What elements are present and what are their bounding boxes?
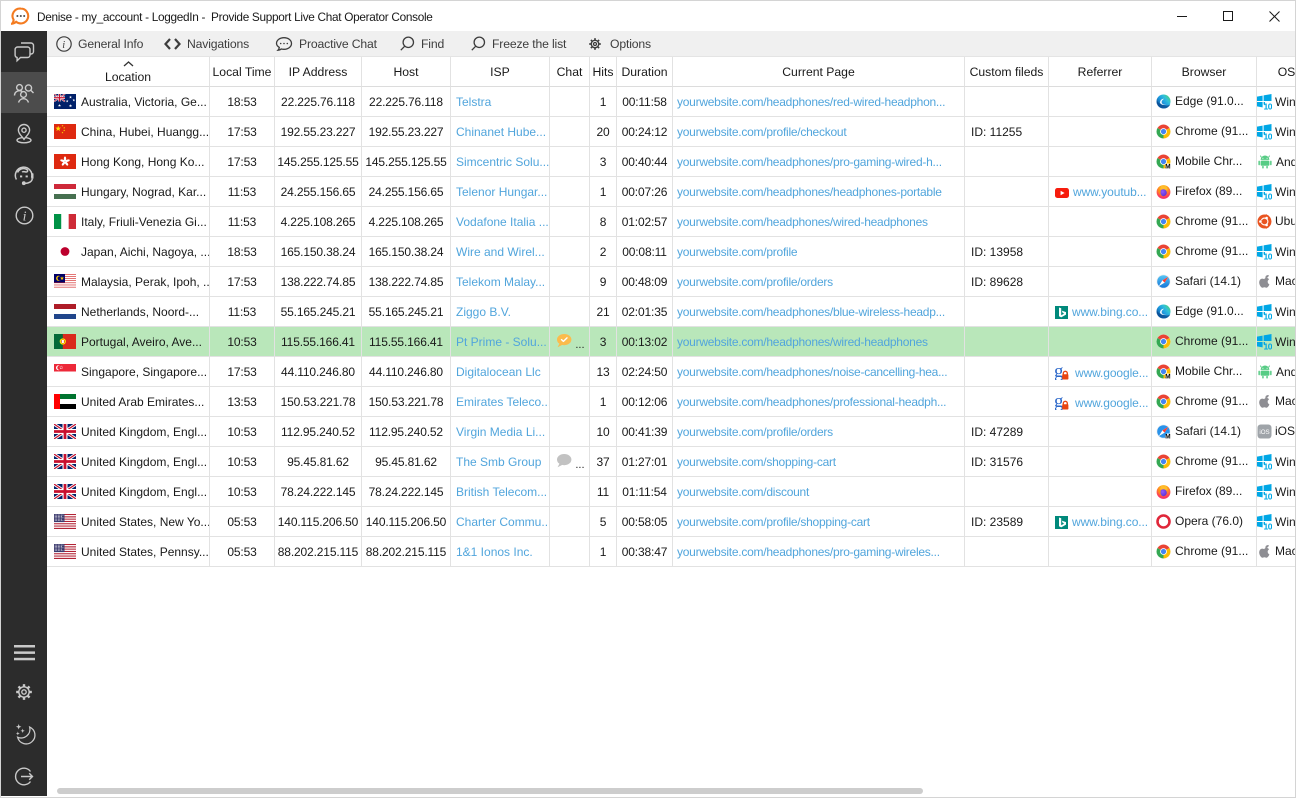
svg-text:10: 10 xyxy=(1264,521,1272,530)
svg-text:M: M xyxy=(1165,433,1170,439)
svg-text:10: 10 xyxy=(1264,131,1272,140)
svg-text:M: M xyxy=(1165,163,1170,169)
svg-text:i: i xyxy=(22,209,26,224)
svg-text:10: 10 xyxy=(1264,101,1272,110)
svg-text:10: 10 xyxy=(1264,251,1272,260)
svg-text:10: 10 xyxy=(1264,311,1272,320)
svg-text:10: 10 xyxy=(1264,191,1272,200)
svg-text:iOS: iOS xyxy=(1259,429,1269,436)
svg-text:10: 10 xyxy=(1264,491,1272,500)
svg-text:10: 10 xyxy=(1264,341,1272,350)
svg-text:10: 10 xyxy=(1264,461,1272,470)
svg-text:M: M xyxy=(1165,373,1170,379)
svg-text:i: i xyxy=(62,39,65,50)
